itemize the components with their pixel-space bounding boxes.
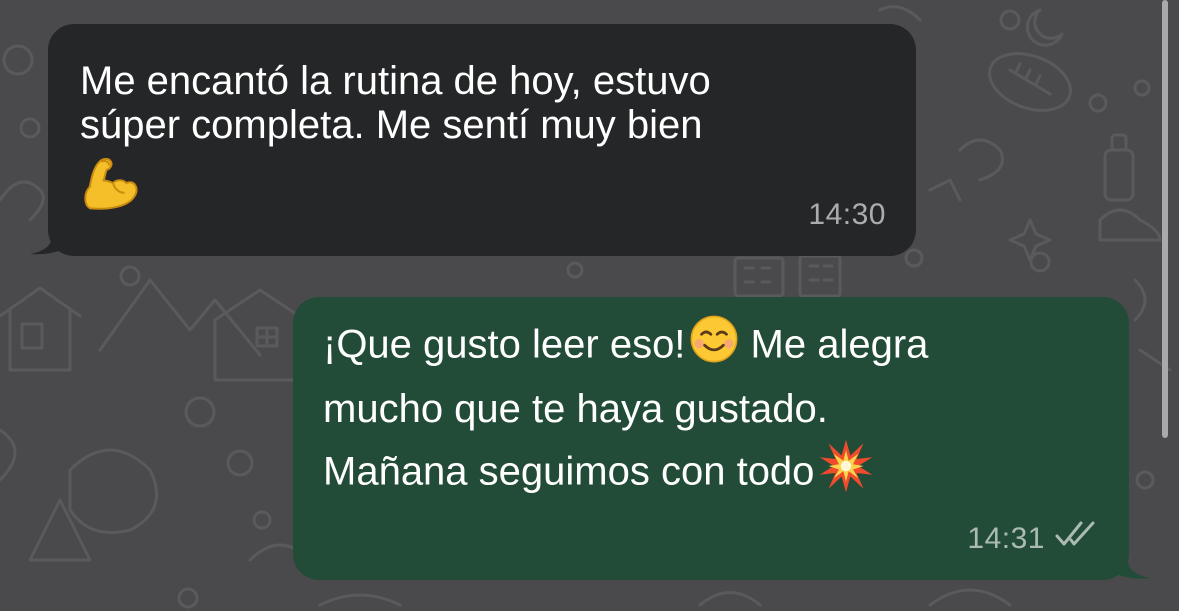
outgoing-message-line-3: Mañana seguimos con todo [323, 438, 1101, 510]
flexed-biceps-icon [80, 154, 142, 232]
smiling-face-icon [689, 314, 739, 380]
outgoing-line-1-text: ¡Que gusto leer eso! [323, 322, 686, 367]
outgoing-message-line-1: ¡Que gusto leer eso! Me alegra [323, 314, 1101, 380]
outgoing-message-time: 14:31 [967, 521, 1045, 555]
incoming-message-line-2: súper completa. Me sentí muy bien [80, 103, 703, 147]
chat-scrollbar[interactable] [1162, 0, 1168, 438]
collision-icon [818, 438, 874, 510]
outgoing-message-line-2: mucho que te haya gustado. [323, 387, 828, 431]
outgoing-message-meta: 14:31 [967, 517, 1099, 561]
incoming-message-meta: 14:30 [808, 193, 886, 237]
incoming-message-time: 14:30 [808, 197, 886, 231]
incoming-message-bubble[interactable]: Me encantó la rutina de hoy, estuvo súpe… [48, 24, 916, 256]
outgoing-message-bubble[interactable]: ¡Que gusto leer eso! Me alegra mucho que… [293, 297, 1129, 580]
outgoing-line-3-text: Mañana seguimos con todo [323, 449, 815, 494]
outgoing-line-1-after: Me alegra [739, 322, 929, 367]
double-check-icon [1055, 517, 1099, 561]
